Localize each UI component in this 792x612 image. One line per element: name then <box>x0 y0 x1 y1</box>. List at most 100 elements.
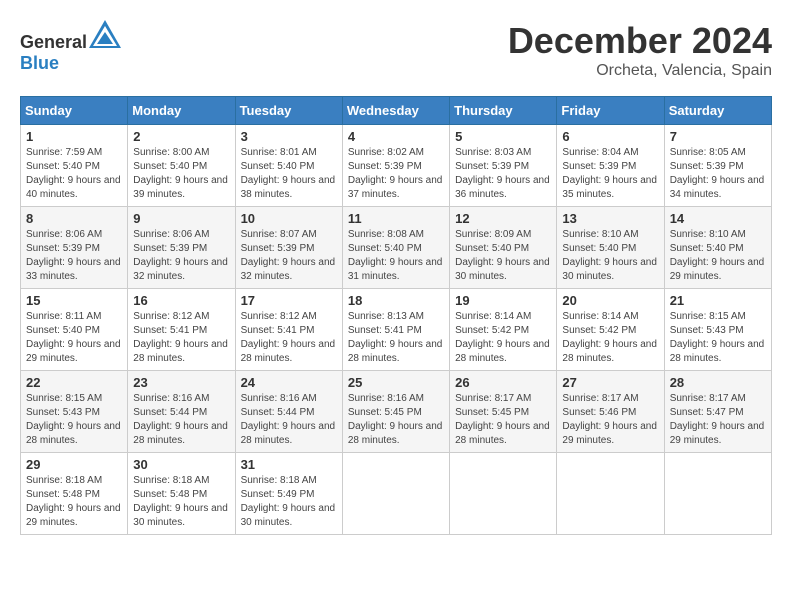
day-number: 27 <box>562 375 658 390</box>
day-info: Sunrise: 8:06 AMSunset: 5:39 PMDaylight:… <box>26 228 122 284</box>
day-info: Sunrise: 8:16 AMSunset: 5:45 PMDaylight:… <box>348 392 444 448</box>
day-number: 20 <box>562 293 658 308</box>
calendar-day-cell <box>342 453 449 535</box>
day-number: 25 <box>348 375 444 390</box>
day-number: 10 <box>241 211 337 226</box>
day-number: 17 <box>241 293 337 308</box>
page-header: General Blue December 2024 Orcheta, Vale… <box>20 20 772 80</box>
day-info: Sunrise: 8:15 AMSunset: 5:43 PMDaylight:… <box>670 310 766 366</box>
day-info: Sunrise: 8:12 AMSunset: 5:41 PMDaylight:… <box>241 310 337 366</box>
calendar-week-row: 29 Sunrise: 8:18 AMSunset: 5:48 PMDayligh… <box>21 453 772 535</box>
day-number: 28 <box>670 375 766 390</box>
day-number: 29 <box>26 457 122 472</box>
day-info: Sunrise: 8:12 AMSunset: 5:41 PMDaylight:… <box>133 310 229 366</box>
day-number: 3 <box>241 129 337 144</box>
day-info: Sunrise: 8:01 AMSunset: 5:40 PMDaylight:… <box>241 146 337 202</box>
weekday-header: Tuesday <box>235 97 342 125</box>
day-info: Sunrise: 8:16 AMSunset: 5:44 PMDaylight:… <box>241 392 337 448</box>
calendar-day-cell: 16 Sunrise: 8:12 AMSunset: 5:41 PMDayligh… <box>128 289 235 371</box>
day-number: 13 <box>562 211 658 226</box>
calendar-day-cell: 17 Sunrise: 8:12 AMSunset: 5:41 PMDayligh… <box>235 289 342 371</box>
day-number: 12 <box>455 211 551 226</box>
calendar-day-cell: 26 Sunrise: 8:17 AMSunset: 5:45 PMDayligh… <box>450 371 557 453</box>
calendar-day-cell: 29 Sunrise: 8:18 AMSunset: 5:48 PMDayligh… <box>21 453 128 535</box>
calendar-day-cell: 31Sunrise: 8:18 AMSunset: 5:49 PMDayligh… <box>235 453 342 535</box>
day-info: Sunrise: 8:16 AMSunset: 5:44 PMDaylight:… <box>133 392 229 448</box>
month-title: December 2024 <box>508 20 772 62</box>
calendar-day-cell: 9 Sunrise: 8:06 AMSunset: 5:39 PMDaylight… <box>128 207 235 289</box>
logo-blue: Blue <box>20 53 59 73</box>
day-number: 1 <box>26 129 122 144</box>
day-info: Sunrise: 8:10 AMSunset: 5:40 PMDaylight:… <box>670 228 766 284</box>
day-number: 11 <box>348 211 444 226</box>
day-info: Sunrise: 7:59 AMSunset: 5:40 PMDaylight:… <box>26 146 122 202</box>
day-info: Sunrise: 8:10 AMSunset: 5:40 PMDaylight:… <box>562 228 658 284</box>
day-number: 23 <box>133 375 229 390</box>
day-number: 4 <box>348 129 444 144</box>
calendar-day-cell: 22 Sunrise: 8:15 AMSunset: 5:43 PMDayligh… <box>21 371 128 453</box>
calendar-day-cell: 2Sunrise: 8:00 AMSunset: 5:40 PMDaylight… <box>128 125 235 207</box>
day-info: Sunrise: 8:14 AMSunset: 5:42 PMDaylight:… <box>455 310 551 366</box>
calendar-week-row: 1 Sunrise: 7:59 AMSunset: 5:40 PMDaylight… <box>21 125 772 207</box>
day-number: 16 <box>133 293 229 308</box>
calendar-day-cell: 5Sunrise: 8:03 AMSunset: 5:39 PMDaylight… <box>450 125 557 207</box>
calendar-day-cell: 11 Sunrise: 8:08 AMSunset: 5:40 PMDayligh… <box>342 207 449 289</box>
calendar-day-cell: 30 Sunrise: 8:18 AMSunset: 5:48 PMDayligh… <box>128 453 235 535</box>
calendar-table: SundayMondayTuesdayWednesdayThursdayFrid… <box>20 96 772 535</box>
calendar-day-cell <box>450 453 557 535</box>
calendar-day-cell: 1 Sunrise: 7:59 AMSunset: 5:40 PMDaylight… <box>21 125 128 207</box>
calendar-week-row: 15 Sunrise: 8:11 AMSunset: 5:40 PMDayligh… <box>21 289 772 371</box>
day-info: Sunrise: 8:13 AMSunset: 5:41 PMDaylight:… <box>348 310 444 366</box>
calendar-day-cell: 12Sunrise: 8:09 AMSunset: 5:40 PMDayligh… <box>450 207 557 289</box>
calendar-day-cell: 4Sunrise: 8:02 AMSunset: 5:39 PMDaylight… <box>342 125 449 207</box>
weekday-header: Saturday <box>664 97 771 125</box>
calendar-day-cell: 19 Sunrise: 8:14 AMSunset: 5:42 PMDayligh… <box>450 289 557 371</box>
day-number: 6 <box>562 129 658 144</box>
day-info: Sunrise: 8:17 AMSunset: 5:47 PMDaylight:… <box>670 392 766 448</box>
day-info: Sunrise: 8:14 AMSunset: 5:42 PMDaylight:… <box>562 310 658 366</box>
day-number: 24 <box>241 375 337 390</box>
day-info: Sunrise: 8:15 AMSunset: 5:43 PMDaylight:… <box>26 392 122 448</box>
calendar-header-row: SundayMondayTuesdayWednesdayThursdayFrid… <box>21 97 772 125</box>
day-number: 19 <box>455 293 551 308</box>
day-info: Sunrise: 8:18 AMSunset: 5:49 PMDaylight:… <box>241 474 337 530</box>
day-number: 22 <box>26 375 122 390</box>
calendar-day-cell: 28 Sunrise: 8:17 AMSunset: 5:47 PMDayligh… <box>664 371 771 453</box>
calendar-day-cell <box>557 453 664 535</box>
day-number: 8 <box>26 211 122 226</box>
logo-icon <box>89 20 121 48</box>
calendar-day-cell: 18 Sunrise: 8:13 AMSunset: 5:41 PMDayligh… <box>342 289 449 371</box>
weekday-header: Friday <box>557 97 664 125</box>
calendar-day-cell: 20 Sunrise: 8:14 AMSunset: 5:42 PMDayligh… <box>557 289 664 371</box>
day-info: Sunrise: 8:00 AMSunset: 5:40 PMDaylight:… <box>133 146 229 202</box>
weekday-header: Monday <box>128 97 235 125</box>
calendar-day-cell: 24 Sunrise: 8:16 AMSunset: 5:44 PMDayligh… <box>235 371 342 453</box>
weekday-header: Thursday <box>450 97 557 125</box>
weekday-header: Wednesday <box>342 97 449 125</box>
day-info: Sunrise: 8:18 AMSunset: 5:48 PMDaylight:… <box>133 474 229 530</box>
day-number: 18 <box>348 293 444 308</box>
day-number: 9 <box>133 211 229 226</box>
weekday-header: Sunday <box>21 97 128 125</box>
day-info: Sunrise: 8:17 AMSunset: 5:45 PMDaylight:… <box>455 392 551 448</box>
day-info: Sunrise: 8:08 AMSunset: 5:40 PMDaylight:… <box>348 228 444 284</box>
calendar-day-cell: 13 Sunrise: 8:10 AMSunset: 5:40 PMDayligh… <box>557 207 664 289</box>
day-info: Sunrise: 8:18 AMSunset: 5:48 PMDaylight:… <box>26 474 122 530</box>
day-info: Sunrise: 8:06 AMSunset: 5:39 PMDaylight:… <box>133 228 229 284</box>
day-info: Sunrise: 8:05 AMSunset: 5:39 PMDaylight:… <box>670 146 766 202</box>
day-number: 26 <box>455 375 551 390</box>
calendar-week-row: 22 Sunrise: 8:15 AMSunset: 5:43 PMDayligh… <box>21 371 772 453</box>
location-title: Orcheta, Valencia, Spain <box>508 62 772 80</box>
day-info: Sunrise: 8:11 AMSunset: 5:40 PMDaylight:… <box>26 310 122 366</box>
day-info: Sunrise: 8:04 AMSunset: 5:39 PMDaylight:… <box>562 146 658 202</box>
calendar-day-cell: 15 Sunrise: 8:11 AMSunset: 5:40 PMDayligh… <box>21 289 128 371</box>
logo-general: General <box>20 32 87 52</box>
calendar-day-cell: 8 Sunrise: 8:06 AMSunset: 5:39 PMDaylight… <box>21 207 128 289</box>
day-number: 30 <box>133 457 229 472</box>
day-number: 7 <box>670 129 766 144</box>
logo: General Blue <box>20 20 121 74</box>
day-info: Sunrise: 8:03 AMSunset: 5:39 PMDaylight:… <box>455 146 551 202</box>
calendar-day-cell: 21Sunrise: 8:15 AMSunset: 5:43 PMDayligh… <box>664 289 771 371</box>
day-number: 15 <box>26 293 122 308</box>
calendar-day-cell: 23 Sunrise: 8:16 AMSunset: 5:44 PMDayligh… <box>128 371 235 453</box>
